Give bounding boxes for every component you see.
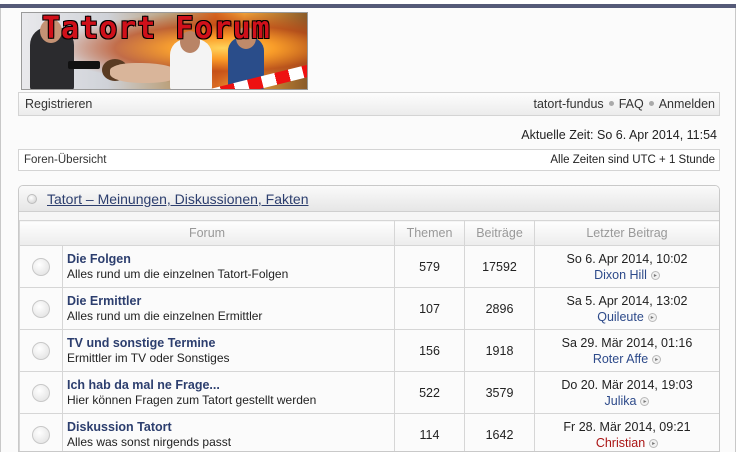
last-post-cell: Sa 29. Mär 2014, 01:16 Roter Affe ▸: [534, 329, 719, 372]
forum-row: TV und sonstige Termine Ermittler im TV …: [19, 329, 719, 372]
forum-row: Die Folgen Alles rund um die einzelnen T…: [19, 245, 719, 288]
category-header: Tatort – Meinungen, Diskussionen, Fakten: [19, 186, 719, 212]
post-count: 1918: [464, 329, 535, 372]
post-count: 3579: [464, 371, 535, 414]
forum-description: Alles was sonst nirgends passt: [67, 434, 232, 449]
forum-description: Alles rund um die einzelnen Ermittler: [67, 308, 263, 323]
column-topics: Themen: [394, 220, 465, 246]
topic-count: 156: [394, 329, 465, 372]
separator-dot: [648, 101, 654, 107]
topic-count: 522: [394, 371, 465, 414]
forum-description: Alles rund um die einzelnen Tatort-Folge…: [67, 266, 289, 281]
forum-info-cell: Die Folgen Alles rund um die einzelnen T…: [62, 245, 395, 288]
go-to-last-post-icon[interactable]: ▸: [652, 354, 662, 364]
go-to-last-post-icon[interactable]: ▸: [640, 396, 650, 406]
forum-info-cell: Diskussion Tatort Alles was sonst nirgen…: [62, 413, 395, 451]
category-bullet-icon: [27, 194, 37, 204]
forum-info-cell: Die Ermittler Alles rund um die einzelne…: [62, 287, 395, 330]
forum-status-cell: [19, 287, 63, 330]
last-post-date: Fr 28. Mär 2014, 09:21: [563, 419, 691, 434]
last-post-cell: Do 20. Mär 2014, 19:03 Julika ▸: [534, 371, 719, 414]
go-to-last-post-icon[interactable]: ▸: [647, 312, 657, 322]
last-post-cell: Sa 5. Apr 2014, 13:02 Quileute ▸: [534, 287, 719, 330]
forum-status-cell: [19, 245, 63, 288]
page-container: Tatort Forum Registrieren tatort-fundus F…: [0, 8, 736, 452]
breadcrumb: Foren-Übersicht Alle Zeiten sind UTC + 1…: [18, 149, 720, 171]
top-border: [0, 0, 736, 8]
last-post-date: Sa 5. Apr 2014, 13:02: [566, 293, 688, 308]
forum-read-icon: [32, 425, 50, 444]
column-last-post: Letzter Beitrag: [534, 220, 719, 246]
topic-count: 579: [394, 245, 465, 288]
post-count: 2896: [464, 287, 535, 330]
forum-table: Forum Themen Beiträge Letzter Beitrag Di…: [19, 220, 719, 451]
last-post-date: So 6. Apr 2014, 10:02: [566, 251, 688, 266]
last-post-author-link[interactable]: Quileute: [597, 310, 644, 324]
last-post-author-link[interactable]: Christian: [596, 436, 645, 450]
last-post-author-link[interactable]: Dixon Hill: [594, 268, 647, 282]
current-time: Aktuelle Zeit: So 6. Apr 2014, 11:54: [521, 128, 717, 142]
forum-status-cell: [19, 413, 63, 451]
navbar: Registrieren tatort-fundus FAQ Anmelden: [18, 92, 720, 116]
timezone-info: Alle Zeiten sind UTC + 1 Stunde: [550, 154, 715, 166]
last-post-date: Sa 29. Mär 2014, 01:16: [561, 335, 693, 350]
forum-index-link[interactable]: Foren-Übersicht: [24, 154, 106, 166]
forum-read-icon: [32, 257, 50, 276]
forum-name-link[interactable]: Die Folgen: [67, 252, 394, 267]
go-to-last-post-icon[interactable]: ▸: [650, 270, 660, 280]
forum-info-cell: TV und sonstige Termine Ermittler im TV …: [62, 329, 395, 372]
go-to-last-post-icon[interactable]: ▸: [649, 438, 659, 448]
forum-name-link[interactable]: TV und sonstige Termine: [67, 336, 394, 351]
forum-status-cell: [19, 329, 63, 372]
last-post-cell: So 6. Apr 2014, 10:02 Dixon Hill ▸: [534, 245, 719, 288]
banner-gun: [68, 61, 100, 69]
last-post-author-link[interactable]: Julika: [605, 394, 637, 408]
forum-row: Ich hab da mal ne Frage... Hier können F…: [19, 371, 719, 414]
navbar-right-links: tatort-fundus FAQ Anmelden: [534, 97, 716, 111]
topic-count: 107: [394, 287, 465, 330]
banner-title: Tatort Forum: [42, 12, 271, 46]
last-post-date: Do 20. Mär 2014, 19:03: [561, 377, 693, 392]
post-count: 1642: [464, 413, 535, 451]
login-link[interactable]: Anmelden: [659, 97, 715, 111]
forum-read-icon: [32, 299, 50, 318]
column-forum: Forum: [19, 220, 395, 246]
forum-name-link[interactable]: Ich hab da mal ne Frage...: [67, 378, 394, 393]
register-link[interactable]: Registrieren: [25, 97, 92, 111]
forum-status-cell: [19, 371, 63, 414]
forum-row: Die Ermittler Alles rund um die einzelne…: [19, 287, 719, 330]
last-post-author-link[interactable]: Roter Affe: [593, 352, 648, 366]
site-link[interactable]: tatort-fundus: [534, 97, 604, 111]
last-post-cell: Fr 28. Mär 2014, 09:21 Christian ▸: [534, 413, 719, 451]
post-count: 17592: [464, 245, 535, 288]
category-title-link[interactable]: Tatort – Meinungen, Diskussionen, Fakten: [47, 191, 308, 207]
forum-read-icon: [32, 383, 50, 402]
forum-info-cell: Ich hab da mal ne Frage... Hier können F…: [62, 371, 395, 414]
forum-name-link[interactable]: Die Ermittler: [67, 294, 394, 309]
forum-row: Diskussion Tatort Alles was sonst nirgen…: [19, 413, 719, 451]
forum-banner-logo[interactable]: Tatort Forum: [21, 12, 308, 90]
category-box: Tatort – Meinungen, Diskussionen, Fakten…: [18, 185, 720, 452]
separator-dot: [608, 101, 614, 107]
forum-table-header: Forum Themen Beiträge Letzter Beitrag: [19, 220, 719, 246]
forum-read-icon: [32, 341, 50, 360]
forum-description: Ermittler im TV oder Sonstiges: [67, 350, 230, 365]
faq-link[interactable]: FAQ: [619, 97, 644, 111]
column-posts: Beiträge: [464, 220, 535, 246]
topic-count: 114: [394, 413, 465, 451]
forum-name-link[interactable]: Diskussion Tatort: [67, 420, 394, 435]
forum-description: Hier können Fragen zum Tatort gestellt w…: [67, 392, 317, 407]
